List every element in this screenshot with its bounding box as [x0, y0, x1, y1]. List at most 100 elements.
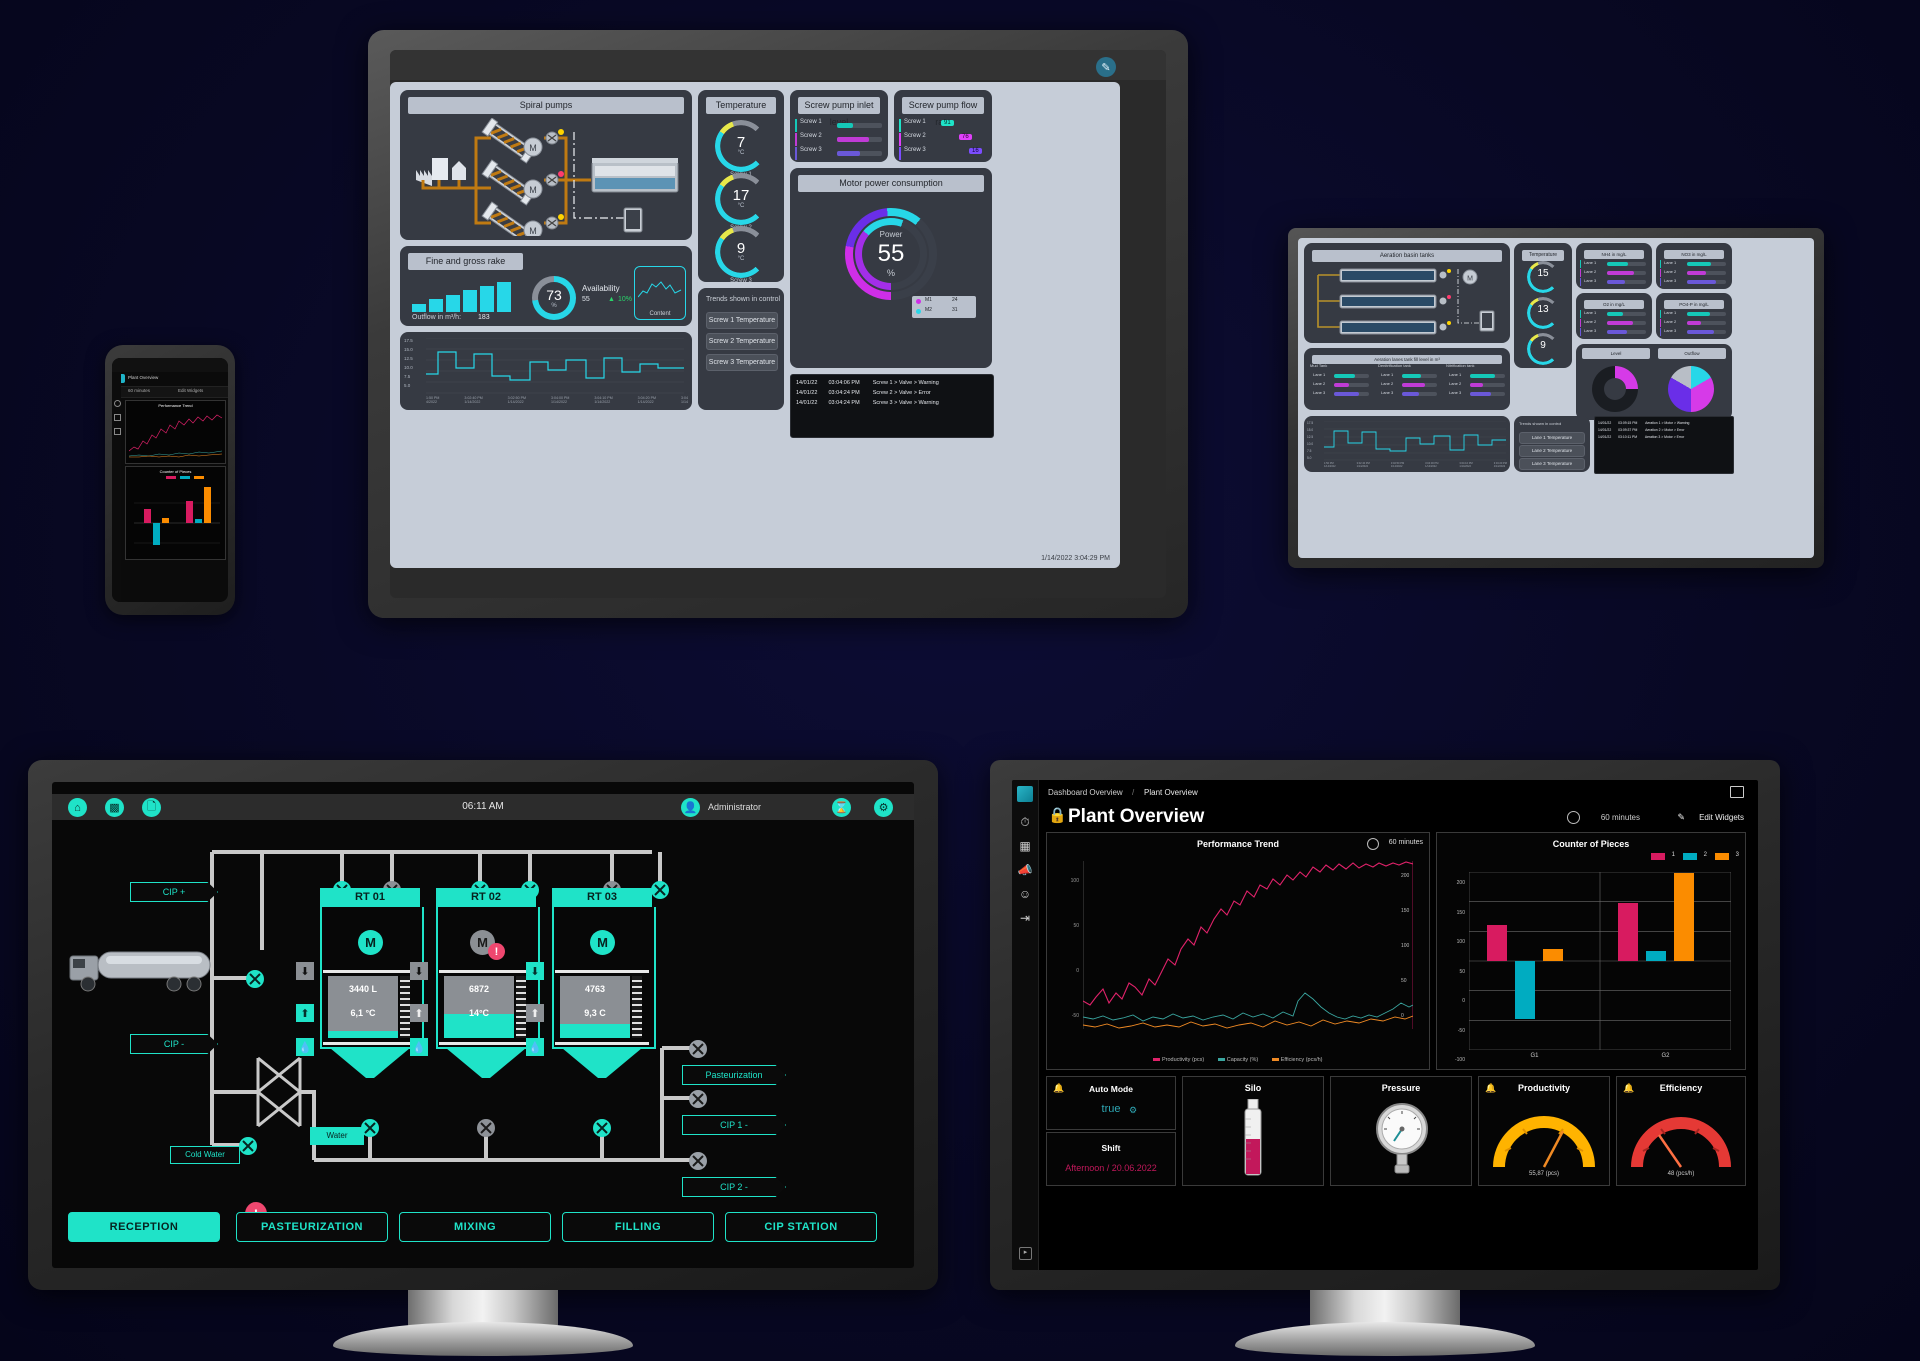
time-range-label[interactable]: 60 minutes [1601, 813, 1640, 822]
megaphone-icon[interactable]: 📣 [1017, 862, 1033, 878]
nav-button-filling[interactable]: FILLING [562, 1212, 714, 1242]
small-alarm-3-date: 14/01/22 [1598, 435, 1612, 439]
phone-time-range[interactable]: 60 minutes [128, 388, 150, 393]
slurry-g2-lane3-label: Lane 3 [1381, 390, 1394, 395]
chip-cold-water[interactable]: Cold Water [170, 1146, 240, 1164]
panel-trend-controls: Trends shown in control Screw 1 Temperat… [698, 288, 784, 410]
outflow-title: Outflow [1658, 348, 1726, 359]
chip-cip1[interactable]: CIP 1 - [682, 1115, 786, 1135]
trend-y-axis-left: 100 50 0 -50 [1070, 878, 1079, 1019]
expand-rail-button[interactable]: ▸ [1019, 1247, 1032, 1260]
nav-button-reception[interactable]: RECEPTION [68, 1212, 220, 1242]
tank3-up-arrow-button[interactable]: ⬆ [526, 1004, 544, 1022]
chip-pasteurization[interactable]: Pasteurization [682, 1065, 786, 1085]
flow-row-screw2-value: 76 [959, 134, 972, 140]
tile-pressure[interactable]: Pressure [1330, 1076, 1472, 1186]
trend-time-range[interactable]: 60 minutes [1389, 839, 1423, 846]
tile-productivity[interactable]: 🔔 Productivity 55,87 (pcs) [1478, 1076, 1610, 1186]
tank-rt03-temp: 9,3 C [584, 1008, 606, 1018]
trend-button-screw1[interactable]: Screw 1 Temperature [706, 312, 778, 329]
temp-gauge-screw1-value: 7 [736, 134, 746, 151]
logout-icon[interactable]: ⇥ [1017, 910, 1033, 926]
nav-button-pasteurization[interactable]: PASTEURIZATION [236, 1212, 388, 1242]
tile-auto-mode[interactable]: 🔔 Auto Mode true ⚙ [1046, 1076, 1176, 1130]
panel-inlet-level: Screw pump inlet level Screw 1 Screw 2 S… [790, 90, 888, 162]
tank-rt02-alarm-icon[interactable]: ! [488, 943, 505, 960]
alarm-list[interactable]: 14/01/22 03:04:06 PM Screw 1 > Valve > W… [790, 374, 994, 438]
phone-edit-widgets[interactable]: Edit Widgets [178, 388, 203, 393]
alarm-3-date: 14/01/22 [796, 400, 818, 406]
edit-widgets-button[interactable]: Edit Widgets [1699, 813, 1744, 822]
tank-rt02[interactable]: RT 02 M ! 6872 14°C [436, 888, 540, 1078]
o2-lane2-label: Lane 2 [1584, 319, 1597, 324]
counter-x-label-g1: G1 [1530, 1053, 1539, 1059]
breadcrumb-plant-overview[interactable]: Plant Overview [1144, 788, 1198, 797]
panel-nh4: NH4 in mg/L Lane 1 Lane 2 Lane 3 [1576, 243, 1652, 289]
tile-silo[interactable]: Silo [1182, 1076, 1324, 1186]
tank3-drop-icon-button[interactable]: 💧 [526, 1038, 544, 1056]
slurry-g3-lane2-label: Lane 2 [1449, 381, 1462, 386]
tank-rt01-motor-icon: M [358, 930, 383, 955]
gear-icon[interactable]: ⚙ [874, 798, 893, 817]
tank2-drop-icon-button[interactable]: 💧 [410, 1038, 428, 1056]
edit-pencil-icon[interactable]: ✎ [1096, 57, 1116, 77]
plant-monitor-stand-base [1235, 1322, 1535, 1356]
grid-icon[interactable]: ▦ [1017, 838, 1033, 854]
trend-button-screw3[interactable]: Screw 3 Temperature [706, 354, 778, 371]
tank1-down-arrow-button[interactable]: ⬇ [296, 962, 314, 980]
slurry-g3-lane1: Lane 1 [1446, 372, 1508, 380]
chip-cip2[interactable]: CIP 2 - [682, 1177, 786, 1197]
gauge-icon[interactable]: ⏱ [1017, 814, 1033, 830]
alarm-1-date: 14/01/22 [796, 380, 818, 386]
small-alarm-list[interactable]: 14/01/22 03:09:15 PM Aeration 1 > Motor … [1594, 416, 1734, 474]
svg-text:M: M [1467, 276, 1473, 283]
panel-small-trend: 17.5 15.0 12.5 10.0 7.5 5.0 1:50 PM 1/14/2022 3… [1304, 416, 1510, 472]
no3-lane3-label: Lane 3 [1664, 278, 1677, 283]
nav-button-mixing[interactable]: MIXING [399, 1212, 551, 1242]
phone-rail-grid-icon[interactable] [114, 414, 121, 421]
temp-gauge-screw1-unit: °C [737, 150, 745, 156]
tank2-up-arrow-button[interactable]: ⬆ [410, 1004, 428, 1022]
small-trend-button-lane1[interactable]: Lane 1 Temperature [1519, 432, 1585, 444]
phone-rail-megaphone-icon[interactable] [114, 428, 121, 435]
tank3-down-arrow-button[interactable]: ⬇ [526, 962, 544, 980]
window-restore-icon[interactable] [1730, 786, 1744, 798]
tile-efficiency[interactable]: 🔔 Efficiency 48 (pcs/h) [1616, 1076, 1746, 1186]
spiral-pumps-diagram: M M M [416, 118, 679, 236]
tank1-up-arrow-button[interactable]: ⬆ [296, 1004, 314, 1022]
phone-rail-gauge-icon[interactable] [114, 400, 121, 407]
chip-cip-out[interactable]: CIP - [130, 1034, 218, 1054]
small-temp-gauge-lane1: 15 [1527, 261, 1559, 293]
small-trend-button-lane2[interactable]: Lane 2 Temperature [1519, 445, 1585, 457]
slurry-g1-lane3-label: Lane 3 [1313, 390, 1326, 395]
performance-trend-chart [1083, 861, 1413, 1029]
trend-button-screw2[interactable]: Screw 2 Temperature [706, 333, 778, 350]
chip-cip-in[interactable]: CIP + [130, 882, 218, 902]
user-icon[interactable]: 👤 [681, 798, 700, 817]
breadcrumb-dashboard-overview[interactable]: Dashboard Overview [1048, 788, 1123, 797]
content-widget[interactable]: Content [634, 266, 686, 320]
temp-gauge-screw3: 9 °C Screw 3 [715, 226, 767, 284]
alarm-3-text: Screw 3 > Valve > Warning [872, 400, 939, 406]
counter-of-pieces-card: Counter of Pieces 1 2 3 200 150 100 50 0 -50-… [1436, 832, 1746, 1070]
auto-mode-settings-icon[interactable]: ⚙ [1129, 1105, 1137, 1116]
face-icon[interactable]: ☺ [1017, 886, 1033, 902]
nav-button-cip-station[interactable]: CIP STATION [725, 1212, 877, 1242]
logo-icon[interactable] [1017, 786, 1033, 802]
tank-rt03[interactable]: RT 03 M 4763 9,3 C [552, 888, 656, 1078]
temp-gauge-screw3-value: 9 [736, 240, 746, 257]
tile-shift[interactable]: Shift Afternoon / 20.06.2022 [1046, 1132, 1176, 1186]
small-trend-button-lane3[interactable]: Lane 3 Temperature [1519, 458, 1585, 470]
level-title: Level [1582, 348, 1650, 359]
po4-lane1-label: Lane 1 [1664, 310, 1677, 315]
page-title: Plant Overview [1068, 806, 1205, 827]
svg-text:M: M [529, 226, 537, 236]
tank1-drop-icon-button[interactable]: 💧 [296, 1038, 314, 1056]
alarm-row-3: 14/01/22 03:04:24 PM Screw 3 > Valve > W… [796, 400, 939, 406]
tank2-down-arrow-button[interactable]: ⬇ [410, 962, 428, 980]
hourglass-icon[interactable]: ⌛ [832, 798, 851, 817]
flow-rate-title: Screw pump flow rate [902, 97, 984, 127]
chip-water[interactable]: Water [310, 1127, 364, 1145]
pencil-icon[interactable]: ✎ [1677, 812, 1685, 823]
tank-rt01[interactable]: RT 01 M 3440 L 6,1 °C [320, 888, 424, 1078]
